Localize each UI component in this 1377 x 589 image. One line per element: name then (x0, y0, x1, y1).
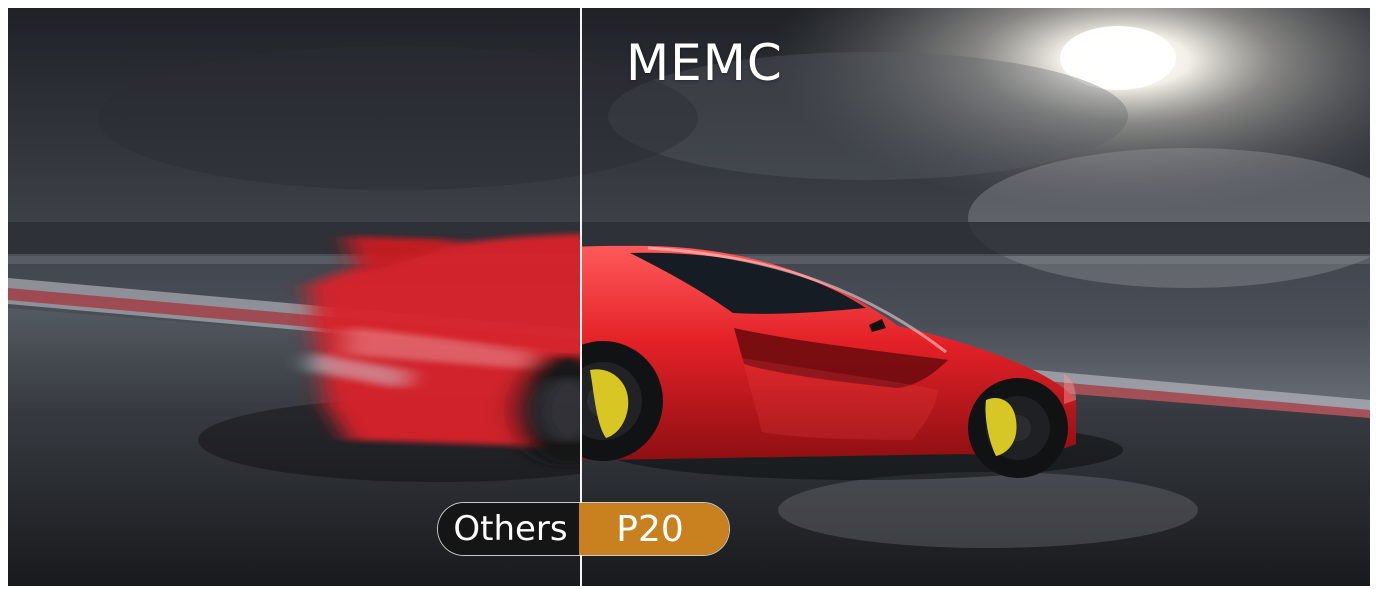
comparison-divider (580, 8, 582, 586)
p20-label: P20 (616, 508, 684, 550)
p20-badge: P20 (579, 503, 729, 555)
page-title: MEMC (626, 34, 783, 92)
race-car-scene: MEMC Others P20 (8, 8, 1370, 586)
others-badge: Others (438, 503, 579, 555)
comparison-image-frame: MEMC Others P20 (0, 0, 1377, 589)
comparison-badge: Others P20 (438, 503, 729, 555)
others-label: Others (453, 509, 568, 549)
background-scene-svg (8, 8, 1370, 586)
